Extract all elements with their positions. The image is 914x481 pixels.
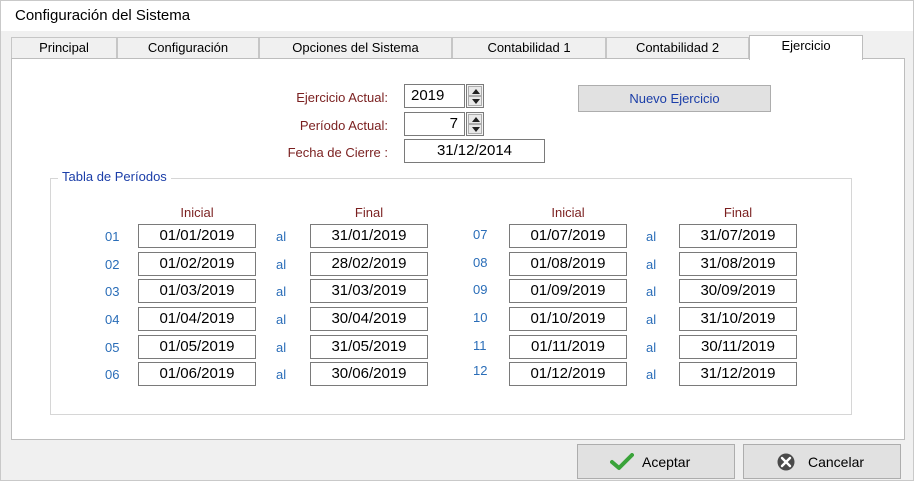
period-separator: al (646, 284, 657, 299)
period-number: 09 (473, 282, 488, 297)
period-number: 10 (473, 310, 488, 325)
period-start-input[interactable]: 01/01/2019 (138, 224, 256, 248)
aceptar-button[interactable]: Aceptar (577, 444, 735, 479)
period-start-input[interactable]: 01/05/2019 (138, 335, 256, 359)
period-end-input[interactable]: 31/10/2019 (679, 307, 797, 331)
period-start-input[interactable]: 01/10/2019 (509, 307, 627, 331)
spinner-up-button[interactable] (468, 114, 482, 124)
tab-panel-ejercicio: Ejercicio Actual: 2019 Período Actual: 7… (11, 58, 905, 440)
period-number: 11 (473, 338, 487, 353)
arrow-up-icon (472, 89, 480, 94)
tab-contabilidad-1[interactable]: Contabilidad 1 (452, 37, 606, 59)
period-number: 12 (473, 363, 488, 378)
period-end-input[interactable]: 30/11/2019 (679, 335, 797, 359)
header-final-right: Final (723, 205, 753, 220)
aceptar-label: Aceptar (642, 454, 691, 470)
config-dialog: Configuración del Sistema Principal Conf… (0, 0, 914, 481)
cancelar-button[interactable]: Cancelar (743, 444, 901, 479)
ejercicio-spinner[interactable] (466, 84, 484, 108)
period-end-input[interactable]: 28/02/2019 (310, 252, 428, 276)
period-start-input[interactable]: 01/12/2019 (509, 362, 627, 386)
header-inicial-right: Inicial (551, 205, 585, 220)
period-separator: al (276, 312, 287, 327)
period-end-input[interactable]: 31/05/2019 (310, 335, 428, 359)
period-end-input[interactable]: 31/03/2019 (310, 279, 428, 303)
period-end-input[interactable]: 31/08/2019 (679, 252, 797, 276)
arrow-down-icon (472, 99, 480, 104)
header-inicial-left: Inicial (180, 205, 214, 220)
period-number: 06 (105, 367, 120, 382)
period-start-input[interactable]: 01/03/2019 (138, 279, 256, 303)
period-number: 04 (105, 312, 120, 327)
period-separator: al (276, 340, 287, 355)
tab-opciones-sistema[interactable]: Opciones del Sistema (259, 37, 452, 59)
period-number: 08 (473, 255, 488, 270)
period-separator: al (646, 229, 657, 244)
periodo-actual-input[interactable]: 7 (404, 112, 465, 136)
period-end-input[interactable]: 30/09/2019 (679, 279, 797, 303)
period-end-input[interactable]: 30/04/2019 (310, 307, 428, 331)
spinner-up-button[interactable] (468, 86, 482, 96)
period-separator: al (276, 284, 287, 299)
period-start-input[interactable]: 01/02/2019 (138, 252, 256, 276)
fecha-cierre-label: Fecha de Cierre : (287, 145, 388, 160)
period-separator: al (646, 257, 657, 272)
cancel-x-icon (777, 453, 795, 471)
checkmark-icon (610, 453, 634, 470)
cancelar-label: Cancelar (808, 454, 865, 470)
period-separator: al (646, 312, 657, 327)
tab-configuracion[interactable]: Configuración (117, 37, 259, 59)
period-start-input[interactable]: 01/07/2019 (509, 224, 627, 248)
tab-contabilidad-2[interactable]: Contabilidad 2 (606, 37, 749, 59)
period-end-input[interactable]: 31/07/2019 (679, 224, 797, 248)
period-number: 02 (105, 257, 120, 272)
period-separator: al (276, 257, 287, 272)
header-final-left: Final (354, 205, 384, 220)
period-number: 07 (473, 227, 488, 242)
tab-ejercicio[interactable]: Ejercicio (749, 35, 863, 60)
period-separator: al (276, 229, 287, 244)
period-start-input[interactable]: 01/11/2019 (509, 335, 627, 359)
period-separator: al (646, 340, 657, 355)
period-number: 05 (105, 340, 120, 355)
periodo-actual-label: Período Actual: (299, 118, 388, 133)
fecha-cierre-input[interactable]: 31/12/2014 (404, 139, 545, 163)
arrow-down-icon (472, 127, 480, 132)
spinner-down-button[interactable] (468, 96, 482, 106)
ejercicio-actual-input[interactable]: 2019 (404, 84, 465, 108)
spinner-down-button[interactable] (468, 124, 482, 134)
period-number: 03 (105, 284, 120, 299)
arrow-up-icon (472, 117, 480, 122)
nuevo-ejercicio-button[interactable]: Nuevo Ejercicio (578, 85, 771, 112)
period-start-input[interactable]: 01/04/2019 (138, 307, 256, 331)
tab-principal[interactable]: Principal (11, 37, 117, 59)
window-title: Configuración del Sistema (15, 7, 191, 24)
ejercicio-actual-label: Ejercicio Actual: (296, 90, 388, 105)
period-number: 01 (105, 229, 120, 244)
period-separator: al (646, 367, 657, 382)
period-end-input[interactable]: 31/12/2019 (679, 362, 797, 386)
title-bar: Configuración del Sistema (1, 1, 913, 31)
period-start-input[interactable]: 01/06/2019 (138, 362, 256, 386)
period-start-input[interactable]: 01/09/2019 (509, 279, 627, 303)
period-separator: al (276, 367, 287, 382)
period-end-input[interactable]: 30/06/2019 (310, 362, 428, 386)
periodo-spinner[interactable] (466, 112, 484, 136)
tabla-periodos-title: Tabla de Períodos (58, 169, 171, 184)
period-start-input[interactable]: 01/08/2019 (509, 252, 627, 276)
period-end-input[interactable]: 31/01/2019 (310, 224, 428, 248)
